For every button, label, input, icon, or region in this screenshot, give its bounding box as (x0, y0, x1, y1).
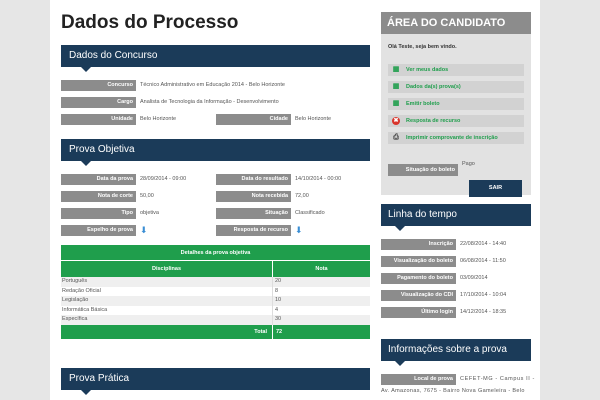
menu-ver-meus-dados[interactable]: ▦ Ver meus dados (388, 64, 524, 76)
cell-nota: 10 (275, 297, 282, 303)
section-header-concurso: Dados do Concurso (61, 45, 370, 72)
field-value: Belo Horizonte (295, 116, 332, 122)
column-header-disciplinas: Disciplinas (61, 261, 273, 277)
cell-disciplina: Legislação (61, 296, 273, 306)
detalhes-table: Detalhes da prova objetiva Disciplinas N… (61, 245, 370, 339)
greeting-text: Olá Teste, seja bem vindo. (388, 44, 457, 50)
field-label: Data da prova (61, 174, 136, 185)
field-value: 50,00 (140, 193, 154, 199)
cell-disciplina: Específica (61, 315, 273, 325)
cell-nota: 20 (275, 278, 282, 284)
field-label: Cidade (216, 114, 291, 125)
menu-emitir-boleto[interactable]: ▦ Emitir boleto (388, 98, 524, 110)
menu-imprimir-comprovante[interactable]: ⎙ Imprimir comprovante de inscrição (388, 132, 524, 144)
menu-label: Dados da(s) prova(s) (406, 84, 461, 90)
field-label: Cargo (61, 97, 136, 108)
field-value: objetiva (140, 210, 159, 216)
field-value: 17/10/2014 - 10:04 (460, 292, 507, 298)
menu-label: Imprimir comprovante de inscrição (406, 135, 498, 141)
field-value: 03/09/2014 (460, 275, 488, 281)
section-header-informacoes: Informações sobre a prova (381, 339, 531, 366)
field-value: Técnico Administrativo em Educação 2014 … (140, 82, 285, 88)
menu-dados-provas[interactable]: ▦ Dados da(s) prova(s) (388, 81, 524, 93)
field-label: Situação do boleto (388, 164, 458, 176)
field-label: Espelho de prova (61, 225, 136, 236)
field-situacao-boleto: Situação do boleto Pago (388, 158, 475, 176)
section-header-prova-pratica: Prova Prática (61, 368, 370, 395)
field-value: 06/08/2014 - 11:50 (460, 258, 506, 264)
table-icon: ▦ (392, 66, 400, 73)
field-value: 72,00 (295, 193, 309, 199)
menu-label: Ver meus dados (406, 67, 449, 73)
total-label: Total (61, 324, 273, 339)
table-title: Detalhes da prova objetiva (61, 245, 370, 261)
menu-label: Resposta de recurso (406, 118, 461, 124)
cell-disciplina: Redação Oficial (61, 286, 273, 296)
field-label: Tipo (61, 208, 136, 219)
download-arrow-icon[interactable]: ⬇ (140, 225, 148, 236)
field-value: Analista de Tecnologia da Informação - D… (140, 99, 279, 105)
candidate-area-title: ÁREA DO CANDIDATO (381, 12, 531, 34)
table-header: Disciplinas Nota (61, 261, 370, 277)
page-title: Dados do Processo (61, 12, 239, 33)
section-header-linha-tempo: Linha do tempo (381, 204, 531, 231)
field-value: 14/10/2014 - 00:00 (295, 176, 342, 182)
field-label: Inscrição (381, 239, 456, 250)
section-header-prova-objetiva: Prova Objetiva (61, 139, 370, 166)
cell-disciplina: Português (61, 277, 273, 287)
field-value: CEFET-MG - Campus II - (460, 376, 535, 382)
column-header-nota: Nota (315, 266, 328, 272)
page: Dados do Processo Dados do Concurso Conc… (50, 0, 540, 400)
field-value: 28/09/2014 - 09:00 (140, 176, 187, 182)
table-icon: ▦ (392, 83, 400, 90)
table-body: Português 20 Redação Oficial 8 Legislaçã… (61, 277, 370, 325)
cell-nota: 30 (275, 316, 282, 322)
table-row: Redação Oficial 8 (61, 286, 370, 296)
field-label: Nota de corte (61, 191, 136, 202)
table-total-row: Total 72 (61, 324, 370, 339)
cell-disciplina: Informática Básica (61, 305, 273, 315)
field-label: Data do resultado (216, 174, 291, 185)
table-row: Informática Básica 4 (61, 305, 370, 315)
field-label: Visualização do CDI (381, 290, 456, 301)
field-label: Situação (216, 208, 291, 219)
cell-nota: 8 (275, 287, 279, 294)
field-value: Classificado (295, 210, 325, 216)
table-row: Português 20 (61, 277, 370, 287)
field-label: Concurso (61, 80, 136, 91)
cell-nota: 4 (275, 306, 279, 313)
field-value: Belo Horizonte (140, 116, 177, 122)
field-label: Resposta de recurso (216, 225, 291, 236)
field-value: 22/08/2014 - 14:40 (460, 241, 507, 247)
download-arrow-icon[interactable]: ⬇ (295, 225, 303, 236)
table-row: Específica 30 (61, 315, 370, 325)
menu-label: Emitir boleto (406, 101, 440, 107)
menu-resposta-recurso[interactable]: ✖ Resposta de recurso (388, 115, 524, 127)
field-value: Pago (462, 161, 475, 167)
field-value: 14/12/2014 - 18:35 (460, 309, 507, 315)
field-label: Último login (381, 307, 456, 318)
table-row: Legislação 10 (61, 296, 370, 306)
logout-button[interactable]: SAIR (469, 180, 522, 197)
local-prova-address: Av. Amazonas, 7675 - Bairro Nova Gamelei… (381, 388, 525, 394)
field-label: Pagamento do boleto (381, 273, 456, 284)
total-value: 72 (276, 328, 283, 335)
field-label: Visualização do boleto (381, 256, 456, 267)
candidate-area: ÁREA DO CANDIDATO Olá Teste, seja bem vi… (381, 12, 531, 197)
cancel-icon: ✖ (392, 117, 400, 125)
field-label: Unidade (61, 114, 136, 125)
field-label: Nota recebida (216, 191, 291, 202)
table-icon: ▦ (392, 100, 400, 107)
field-label: Local de prova (381, 374, 456, 385)
printer-icon: ⎙ (393, 134, 399, 141)
